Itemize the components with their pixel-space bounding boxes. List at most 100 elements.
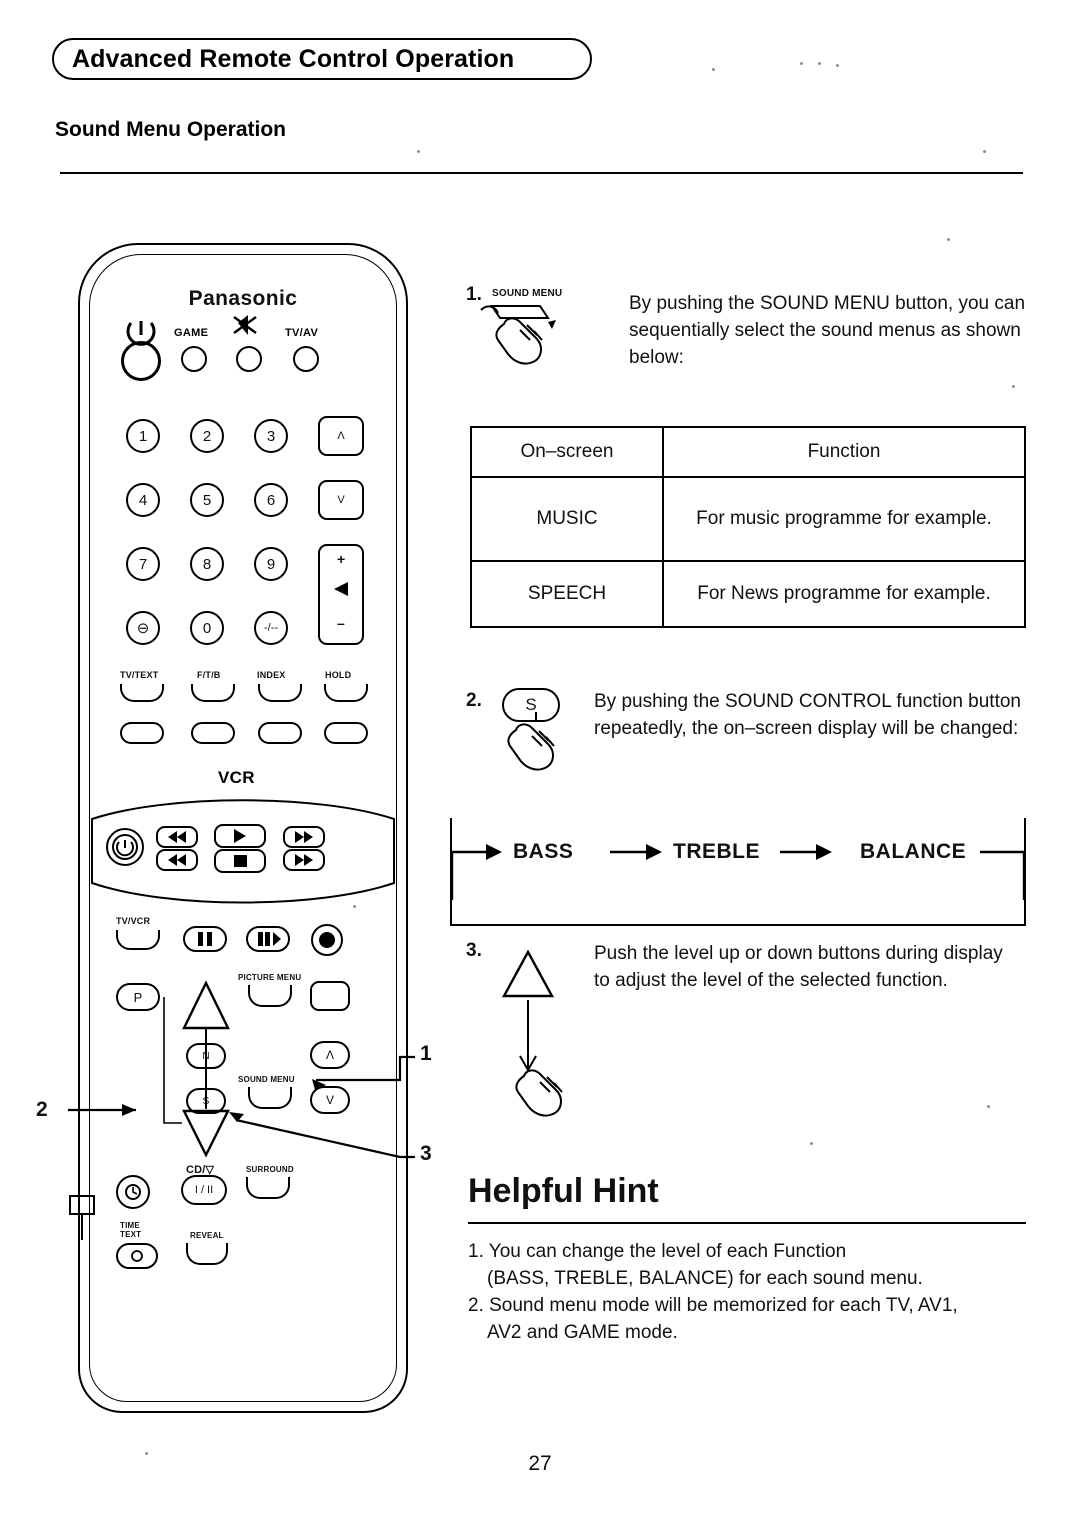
game-button[interactable] xyxy=(181,346,207,372)
tvtext-label: TV/TEXT xyxy=(120,670,159,680)
time-text-button[interactable] xyxy=(116,1243,158,1269)
number-button-3[interactable]: 3 xyxy=(254,419,288,453)
teletext-red-button[interactable] xyxy=(120,722,164,744)
number-button-8[interactable]: 8 xyxy=(190,547,224,581)
programme-button[interactable]: P xyxy=(116,983,160,1011)
table-header-function: Function xyxy=(662,426,1026,478)
volume-up-label: + xyxy=(337,551,346,567)
menu-down-button[interactable]: V xyxy=(310,1086,350,1114)
tvvcr-button[interactable] xyxy=(116,930,160,950)
speck xyxy=(987,1105,990,1108)
table-header-row: On–screen Function xyxy=(470,426,1026,478)
remote-control-illustration: Panasonic GAME TV/AV 1 2 3 4 5 6 7 8 9 ⊖… xyxy=(78,243,408,1413)
vcr-prev-button[interactable] xyxy=(156,849,198,871)
callout-1: 1 xyxy=(420,1042,432,1065)
step-1-caption: SOUND MENU xyxy=(492,288,563,299)
callout-3: 3 xyxy=(420,1142,432,1165)
header-divider xyxy=(60,172,1023,174)
page-title: Advanced Remote Control Operation xyxy=(72,45,515,73)
teletext-blue-button[interactable] xyxy=(324,722,368,744)
teletext-yellow-button[interactable] xyxy=(258,722,302,744)
index-label: INDEX xyxy=(257,670,286,680)
speck xyxy=(712,68,715,71)
vcr-stop-button[interactable] xyxy=(214,849,266,873)
tv-av-button[interactable] xyxy=(293,346,319,372)
reveal-button[interactable] xyxy=(186,1243,228,1265)
table-cell-music: MUSIC xyxy=(470,476,664,562)
vcr-forward-button[interactable] xyxy=(283,826,325,848)
sound-menu-button[interactable] xyxy=(248,1087,292,1109)
speck xyxy=(417,150,420,153)
tvav-label: TV/AV xyxy=(285,327,319,339)
hold-button[interactable] xyxy=(324,684,368,702)
menu-up-button[interactable]: Λ xyxy=(310,1041,350,1069)
number-button-7[interactable]: 7 xyxy=(126,547,160,581)
speck xyxy=(983,150,986,153)
vcr-next-button[interactable] xyxy=(283,849,325,871)
reveal-label: REVEAL xyxy=(190,1231,224,1240)
volume-down-label: – xyxy=(337,615,345,631)
speck xyxy=(836,64,839,67)
step-2-number: 2. xyxy=(466,690,482,711)
hint-line-2b: AV2 and GAME mode. xyxy=(487,1322,678,1343)
number-button-0[interactable]: 0 xyxy=(190,611,224,645)
flow-item-bass: BASS xyxy=(513,840,574,863)
picture-mode-button[interactable] xyxy=(310,981,350,1011)
double-digit-button[interactable]: -/-- xyxy=(254,611,288,645)
speck xyxy=(1012,385,1015,388)
index-button[interactable] xyxy=(258,684,302,702)
table-header-on-screen: On–screen xyxy=(470,426,664,478)
speck xyxy=(810,1142,813,1145)
vcr-pause-button[interactable] xyxy=(183,926,227,952)
hint-line-2: 2. Sound menu mode will be memorized for… xyxy=(468,1295,958,1316)
number-button-1[interactable]: 1 xyxy=(126,419,160,453)
step-1-number: 1. xyxy=(466,284,482,305)
step-1-text: By pushing the SOUND MENU button, you ca… xyxy=(629,293,1026,368)
speck xyxy=(818,62,821,65)
picture-toggle-button[interactable]: ⊖ xyxy=(126,611,160,645)
helpful-hint-divider xyxy=(468,1222,1026,1224)
tvtext-button[interactable] xyxy=(120,684,164,702)
table-row: SPEECH For News programme for example. xyxy=(470,560,1026,628)
flow-diagram-box xyxy=(450,818,1026,926)
i-ii-button[interactable]: I / II xyxy=(181,1175,227,1205)
table-cell-speech: SPEECH xyxy=(470,560,664,628)
vcr-rewind-button[interactable] xyxy=(156,826,198,848)
mute-button[interactable] xyxy=(236,346,262,372)
step-2-text: By pushing the SOUND CONTROL function bu… xyxy=(594,691,1021,739)
vcr-play-button[interactable] xyxy=(214,824,266,848)
hold-label: HOLD xyxy=(325,670,352,680)
table-cell-music-desc: For music programme for example. xyxy=(662,476,1026,562)
number-button-9[interactable]: 9 xyxy=(254,547,288,581)
sound-menu-label: SOUND MENU xyxy=(238,1075,295,1084)
document-page: Advanced Remote Control Operation Sound … xyxy=(0,0,1080,1518)
channel-up-button[interactable]: Λ xyxy=(318,416,364,456)
surround-button[interactable] xyxy=(246,1177,290,1199)
vcr-slow-button[interactable] xyxy=(246,926,290,952)
ftb-button[interactable] xyxy=(191,684,235,702)
number-button-5[interactable]: 5 xyxy=(190,483,224,517)
picture-menu-label: PICTURE MENU xyxy=(238,973,302,982)
power-button[interactable] xyxy=(121,341,161,381)
teletext-green-button[interactable] xyxy=(191,722,235,744)
table-row: MUSIC For music programme for example. xyxy=(470,476,1026,562)
ftb-label: F/T/B xyxy=(197,670,221,680)
vcr-power-inner xyxy=(112,834,138,860)
number-button-2[interactable]: 2 xyxy=(190,419,224,453)
normalise-button[interactable]: N xyxy=(186,1043,226,1069)
step-3-number: 3. xyxy=(466,940,482,961)
vcr-record-button[interactable] xyxy=(311,924,343,956)
helpful-hint-title: Helpful Hint xyxy=(468,1172,659,1210)
number-button-4[interactable]: 4 xyxy=(126,483,160,517)
number-button-6[interactable]: 6 xyxy=(254,483,288,517)
section-title: Sound Menu Operation xyxy=(55,118,286,141)
speck xyxy=(800,62,803,65)
sound-control-button[interactable]: S xyxy=(186,1088,226,1114)
game-label: GAME xyxy=(174,327,209,339)
surround-label: SURROUND xyxy=(246,1165,294,1174)
picture-menu-button[interactable] xyxy=(248,985,292,1007)
channel-down-button[interactable]: V xyxy=(318,480,364,520)
step-3-text: Push the level up or down buttons during… xyxy=(594,943,1003,991)
timer-button[interactable] xyxy=(116,1175,150,1209)
vcr-label: VCR xyxy=(218,768,255,787)
